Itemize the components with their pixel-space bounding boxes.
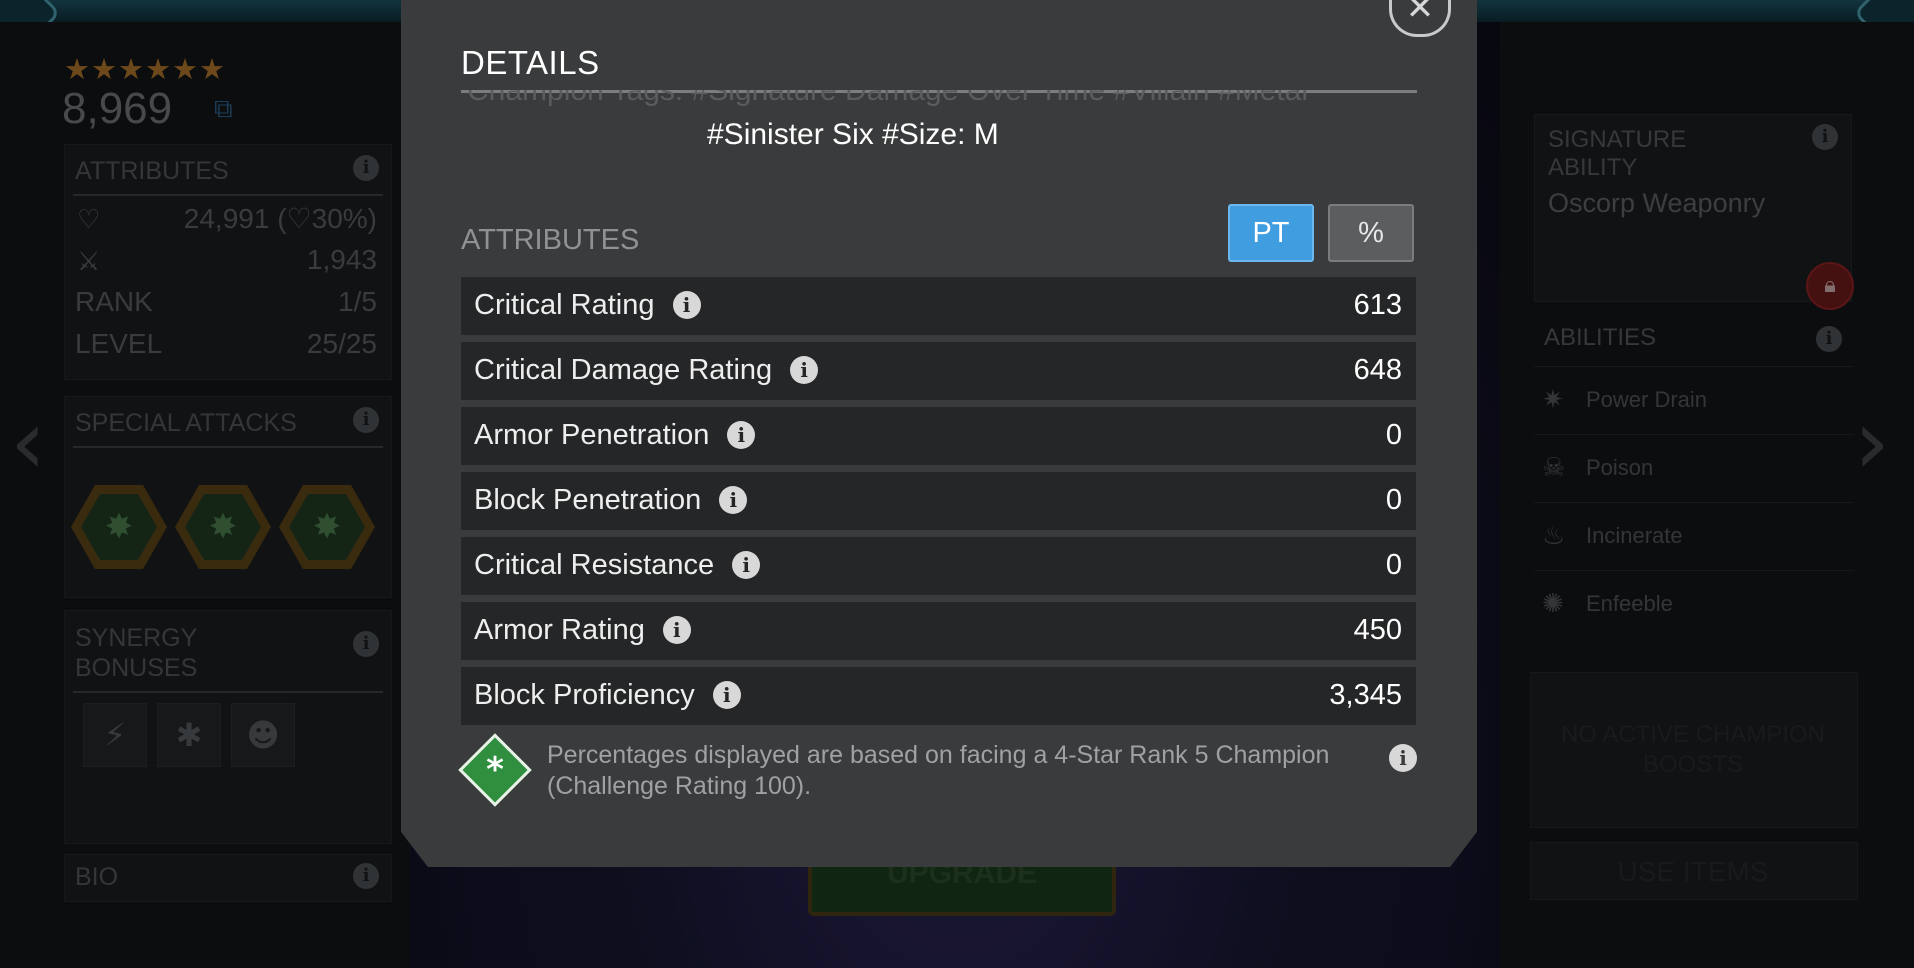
synergy-lightning-icon[interactable]: ⚡ (83, 703, 147, 767)
special-attack-3-icon[interactable]: ✸ (279, 485, 375, 569)
enfeeble-icon: ✺ (1542, 589, 1564, 619)
info-icon[interactable]: i (672, 291, 701, 319)
attributes-heading: ATTRIBUTES (461, 224, 640, 256)
attribute-table: Critical Rating i 613 Critical Damage Rat… (461, 277, 1416, 732)
ability-row: ✺ Enfeeble (1534, 570, 1854, 637)
champion-power: 8,969 (62, 84, 173, 133)
flame-icon: ♨ (1542, 521, 1566, 551)
info-icon[interactable]: i (712, 681, 741, 709)
info-icon[interactable]: i (353, 863, 379, 889)
info-icon[interactable]: i (1812, 124, 1838, 150)
boosts-text: NO ACTIVE CHAMPION BOOSTS (1560, 721, 1826, 778)
rank-stat: RANK 1/5 (65, 280, 391, 322)
attribute-row: Armor Penetration i 0 (461, 407, 1416, 465)
info-icon[interactable]: i (662, 616, 691, 644)
signature-name: Oscorp Weaponry (1548, 188, 1766, 218)
attribute-row: Block Proficiency i 3,345 (461, 667, 1416, 725)
attribute-label: Armor Rating (474, 614, 645, 646)
health-stat: ♡ 24,991 (♡30%) (65, 196, 391, 238)
synergy-heading: SYNERGY BONUSES (75, 624, 198, 682)
info-icon[interactable]: i (727, 421, 756, 449)
ability-row: ☠ Poison (1534, 434, 1854, 501)
info-icon[interactable]: i (732, 551, 761, 579)
swords-icon: ⚔ (77, 246, 101, 276)
info-icon[interactable]: i (353, 631, 379, 657)
champion-tags: #Sinister Six #Size: M (707, 118, 999, 151)
level-label: LEVEL (75, 328, 163, 359)
attribute-value: 0 (1385, 549, 1402, 581)
heart-icon: ♡ (286, 203, 312, 234)
attributes-heading: ATTRIBUTES i (65, 145, 391, 186)
bio-panel[interactable]: BIO i (64, 854, 392, 902)
info-icon[interactable]: i (1389, 744, 1417, 772)
info-icon[interactable]: i (790, 356, 819, 384)
skull-icon: ☠ (1542, 453, 1566, 483)
attribute-row: Block Penetration i 0 (461, 472, 1416, 530)
special-attacks-heading: SPECIAL ATTACKS (75, 409, 297, 437)
divider (73, 446, 383, 448)
info-icon[interactable]: i (1816, 326, 1842, 352)
attribute-row: Armor Rating i 450 (461, 602, 1416, 660)
special-attacks-panel: SPECIAL ATTACKS i ✸ ✸ ✸ (64, 396, 392, 598)
attribute-value: 3,345 (1329, 679, 1402, 711)
attribute-value: 613 (1353, 289, 1402, 321)
info-icon[interactable]: i (353, 155, 379, 181)
level-value: 25/25 (306, 328, 377, 359)
synergy-web-icon[interactable]: ✱ (157, 703, 221, 767)
champion-tags-faded: Champion Tags: #Signature Damage Over Ti… (467, 90, 1308, 107)
power-drain-icon: ✷ (1542, 385, 1564, 415)
attribute-value: 450 (1353, 614, 1402, 646)
attribute-value: 0 (1385, 484, 1402, 516)
attribute-label: Critical Rating (474, 289, 655, 321)
synergy-panel: SYNERGY BONUSES i ⚡ ✱ ☻ (64, 610, 392, 844)
attack-value: 1,943 (306, 244, 377, 275)
signature-heading: SIGNATURE ABILITY (1548, 126, 1687, 181)
divider (73, 691, 383, 693)
attribute-value: 0 (1385, 419, 1402, 451)
modal-title: DETAILS (461, 44, 600, 81)
abilities-heading: ABILITIES (1544, 324, 1657, 351)
lock-icon[interactable]: 🔒︎ (1806, 262, 1854, 310)
attribute-row: Critical Rating i 613 (461, 277, 1416, 335)
ability-row: ♨ Incinerate (1534, 502, 1854, 569)
toggle-percent-button[interactable]: % (1328, 204, 1414, 262)
star-rating: ★★★★★★ (64, 52, 226, 86)
next-arrow-icon[interactable]: › (1854, 390, 1890, 495)
health-paren: ( (277, 203, 287, 234)
rank-value: 1/5 (338, 286, 377, 317)
health-value: 24,991 (183, 203, 270, 234)
use-items-label: USE ITEMS (1617, 856, 1769, 887)
attributes-panel: ATTRIBUTES i ♡ 24,991 (♡30%) ⚔ 1,943 RAN… (64, 144, 392, 380)
heart-icon: ♡ (77, 204, 101, 234)
attribute-label: Armor Penetration (474, 419, 710, 451)
level-stat: LEVEL 25/25 (65, 322, 391, 364)
special-attack-1-icon[interactable]: ✸ (71, 485, 167, 569)
bio-heading: BIO (75, 863, 119, 891)
power-icon: ⧉ (214, 94, 233, 124)
percentage-note: Percentages displayed are based on facin… (547, 741, 1330, 800)
synergy-team-icon[interactable]: ☻ (231, 703, 295, 767)
info-icon[interactable]: i (719, 486, 748, 514)
prev-arrow-icon[interactable]: ‹ (10, 390, 46, 495)
info-icon[interactable]: i (353, 407, 379, 433)
ability-row: ✷ Power Drain (1534, 366, 1854, 433)
attribute-label: Block Proficiency (474, 679, 695, 711)
attribute-label: Block Penetration (474, 484, 702, 516)
rank-label: RANK (75, 286, 153, 317)
health-pct: 30%) (311, 203, 377, 234)
attribute-row: Critical Resistance i 0 (461, 537, 1416, 595)
attribute-value: 648 (1353, 354, 1402, 386)
attribute-label: Critical Damage Rating (474, 354, 773, 386)
attack-stat: ⚔ 1,943 (65, 238, 391, 280)
attribute-row: Critical Damage Rating i 648 (461, 342, 1416, 400)
special-attack-2-icon[interactable]: ✸ (175, 485, 271, 569)
toggle-pt-button[interactable]: PT (1228, 204, 1314, 262)
attribute-label: Critical Resistance (474, 549, 715, 581)
